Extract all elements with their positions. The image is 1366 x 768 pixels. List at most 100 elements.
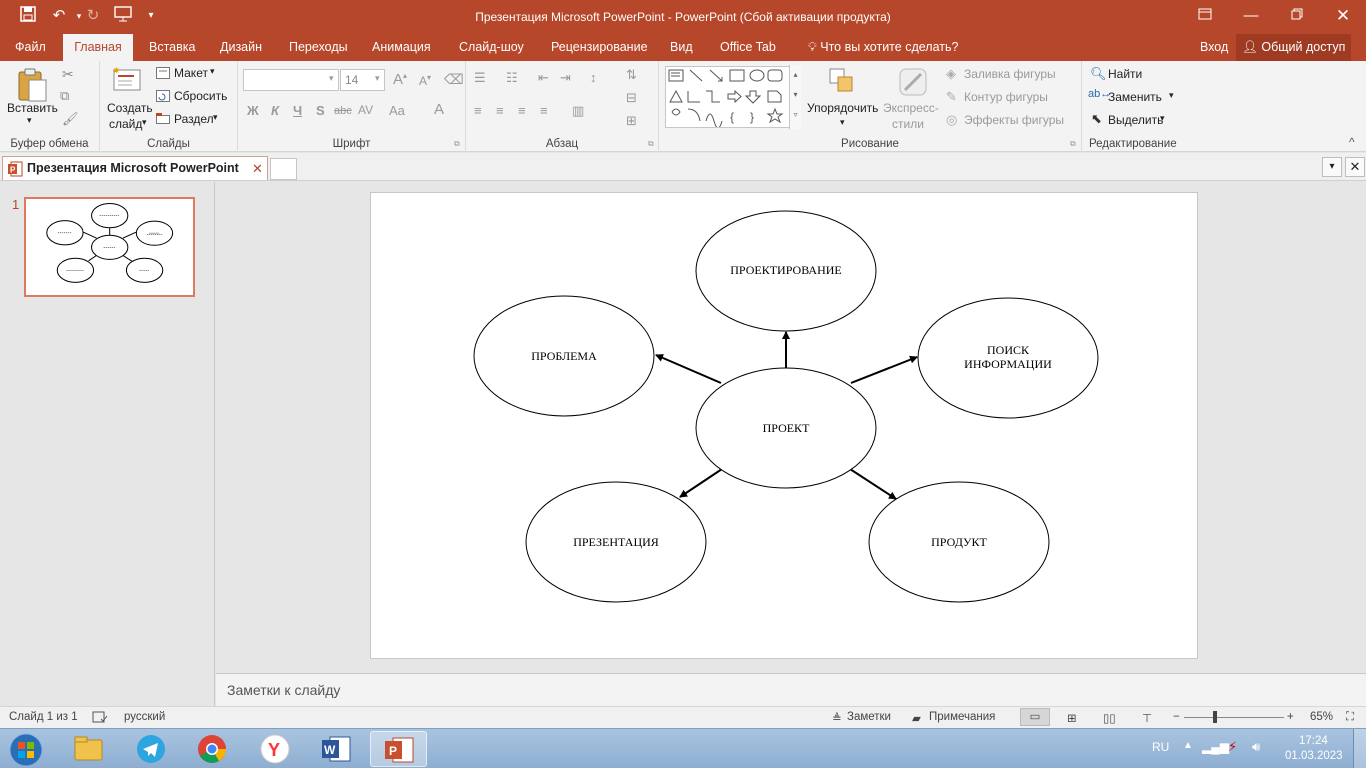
shape-fill-button[interactable]: Заливка фигуры (964, 67, 1056, 81)
increase-indent-icon[interactable]: ⇥ (560, 70, 571, 86)
notes-toggle-icon[interactable]: ≜ (832, 711, 842, 725)
layout-icon[interactable] (156, 67, 170, 82)
tab-office-tab[interactable]: Office Tab (714, 34, 782, 61)
close-document-icon[interactable]: ✕ (1345, 157, 1365, 177)
volume-icon[interactable]: 🔊︎ (1252, 739, 1260, 755)
restore-icon[interactable] (1274, 4, 1320, 28)
smartart-convert-icon[interactable]: ⊞ (626, 113, 637, 129)
shadow-button[interactable]: S (316, 103, 325, 118)
start-button[interactable] (0, 731, 54, 767)
strikethrough-button[interactable]: abc (334, 105, 352, 117)
tell-me-search[interactable]: 💡︎ Что вы хотите сделать? (802, 34, 964, 61)
connector-to-right[interactable] (850, 355, 918, 384)
font-dialog-launcher-icon[interactable]: ⧉ (454, 139, 460, 149)
arrange-icon[interactable] (827, 66, 857, 99)
find-button[interactable]: Найти (1108, 67, 1142, 81)
spellcheck-icon[interactable] (92, 711, 108, 727)
sign-in-link[interactable]: Вход (1194, 34, 1234, 61)
minimize-icon[interactable]: — (1228, 4, 1274, 28)
tab-design[interactable]: Дизайн (214, 34, 268, 61)
paste-dropdown-icon[interactable]: ▾ (27, 115, 32, 126)
zoom-in-icon[interactable]: + (1287, 711, 1294, 723)
font-size-dropdown-icon[interactable]: ▾ (375, 73, 380, 84)
replace-dropdown-icon[interactable]: ▾ (1169, 90, 1174, 101)
zoom-slider[interactable] (1184, 717, 1284, 718)
tab-animations[interactable]: Анимация (366, 34, 437, 61)
slideshow-view-icon[interactable]: ⊤ (1142, 711, 1152, 725)
decrease-indent-icon[interactable]: ⇤ (538, 70, 549, 86)
shape-outline-button[interactable]: Контур фигуры (964, 90, 1048, 104)
taskbar-telegram[interactable] (122, 731, 179, 767)
paragraph-dialog-launcher-icon[interactable]: ⧉ (648, 139, 654, 149)
new-slide-button[interactable]: Создать (107, 101, 153, 115)
select-dropdown-icon[interactable]: ▾ (1160, 113, 1165, 124)
slide-sorter-view-icon[interactable]: ⊞ (1067, 711, 1077, 725)
align-center-icon[interactable]: ≡ (496, 103, 504, 118)
taskbar-powerpoint[interactable]: P (370, 731, 427, 767)
section-icon[interactable] (156, 113, 170, 128)
drawing-dialog-launcher-icon[interactable]: ⧉ (1070, 139, 1076, 149)
align-right-icon[interactable]: ≡ (518, 103, 526, 118)
find-icon[interactable]: 🔍︎ (1090, 66, 1107, 82)
reading-view-icon[interactable]: ▯▯ (1103, 711, 1116, 725)
text-direction-icon[interactable]: ⇅ (626, 67, 637, 83)
section-dropdown-icon[interactable]: ▾ (213, 112, 218, 123)
document-tab[interactable]: P Презентация Microsoft PowerPoint ✕ (2, 156, 268, 180)
char-spacing-button[interactable]: AV (358, 103, 373, 117)
quick-styles-button-line2[interactable]: стили (892, 117, 924, 131)
justify-icon[interactable]: ≡ (540, 103, 548, 118)
ribbon-display-options-icon[interactable] (1182, 4, 1228, 28)
slide-thumbnail[interactable] (24, 197, 195, 297)
zoom-slider-thumb[interactable] (1213, 711, 1217, 723)
tab-file[interactable]: Файл (9, 34, 52, 61)
shrink-font-icon[interactable]: A▾ (419, 73, 431, 88)
underline-button[interactable]: Ч (293, 103, 302, 118)
tab-view[interactable]: Вид (664, 34, 699, 61)
taskbar-word[interactable]: W (308, 731, 365, 767)
tab-slideshow[interactable]: Слайд-шоу (453, 34, 530, 61)
tab-review[interactable]: Рецензирование (545, 34, 654, 61)
align-text-icon[interactable]: ⊟ (626, 90, 637, 106)
zoom-level[interactable]: 65% (1310, 711, 1333, 723)
layout-button[interactable]: Макет (174, 66, 208, 80)
font-color-button[interactable]: A (434, 101, 444, 118)
reset-button[interactable]: Сбросить (174, 89, 227, 103)
taskbar-file-explorer[interactable] (60, 731, 117, 767)
zoom-out-icon[interactable]: − (1173, 711, 1180, 723)
grow-font-icon[interactable]: A▴ (393, 71, 407, 88)
copy-icon[interactable]: ⧉ (60, 88, 69, 104)
select-button[interactable]: Выделить (1108, 113, 1163, 127)
show-desktop-button[interactable] (1353, 729, 1366, 768)
notes-pane[interactable]: Заметки к слайду (216, 673, 1366, 706)
tab-home[interactable]: Главная (63, 34, 133, 61)
power-icon[interactable]: ⚡︎ (1228, 739, 1237, 755)
quick-styles-icon[interactable] (897, 66, 931, 101)
select-icon[interactable]: ⬉ (1091, 111, 1102, 127)
font-name-dropdown-icon[interactable]: ▾ (329, 73, 334, 84)
tab-list-dropdown-icon[interactable]: ▾ (1322, 157, 1342, 177)
connector-to-bottom-left[interactable] (679, 468, 723, 498)
cut-icon[interactable]: ✂ (62, 66, 74, 83)
change-case-button[interactable]: Aa (389, 103, 405, 118)
connector-to-bottom-right[interactable] (849, 468, 897, 500)
section-button[interactable]: Раздел (174, 112, 214, 126)
slide-canvas[interactable]: ПРОЕКТ ПРОЕКТИРОВАНИЕ ПРОБЛЕМА ПОИСК ИНФ… (370, 192, 1198, 659)
tab-transitions[interactable]: Переходы (283, 34, 354, 61)
clock-date[interactable]: 01.03.2023 (1285, 750, 1343, 762)
network-icon[interactable]: ▂▄▆ (1202, 740, 1229, 754)
keyboard-language[interactable]: RU (1152, 740, 1169, 754)
line-spacing-icon[interactable]: ↕ (590, 70, 597, 85)
font-name-combo[interactable] (243, 69, 339, 91)
comments-icon[interactable]: ▰ (912, 711, 921, 725)
shape-fill-icon[interactable]: ◈ (946, 66, 956, 82)
connector-to-left[interactable] (655, 354, 722, 384)
columns-icon[interactable]: ▥ (572, 103, 584, 119)
arrange-button[interactable]: Упорядочить (807, 101, 878, 115)
format-painter-icon[interactable]: 🖌︎ (62, 111, 79, 127)
taskbar-yandex-browser[interactable]: Y (246, 731, 303, 767)
bullets-icon[interactable]: ☰ (474, 70, 486, 86)
tab-insert[interactable]: Вставка (143, 34, 201, 61)
clock-time[interactable]: 17:24 (1299, 735, 1328, 747)
fit-to-window-icon[interactable]: ⛶ (1346, 711, 1354, 724)
taskbar-chrome[interactable] (184, 731, 241, 767)
